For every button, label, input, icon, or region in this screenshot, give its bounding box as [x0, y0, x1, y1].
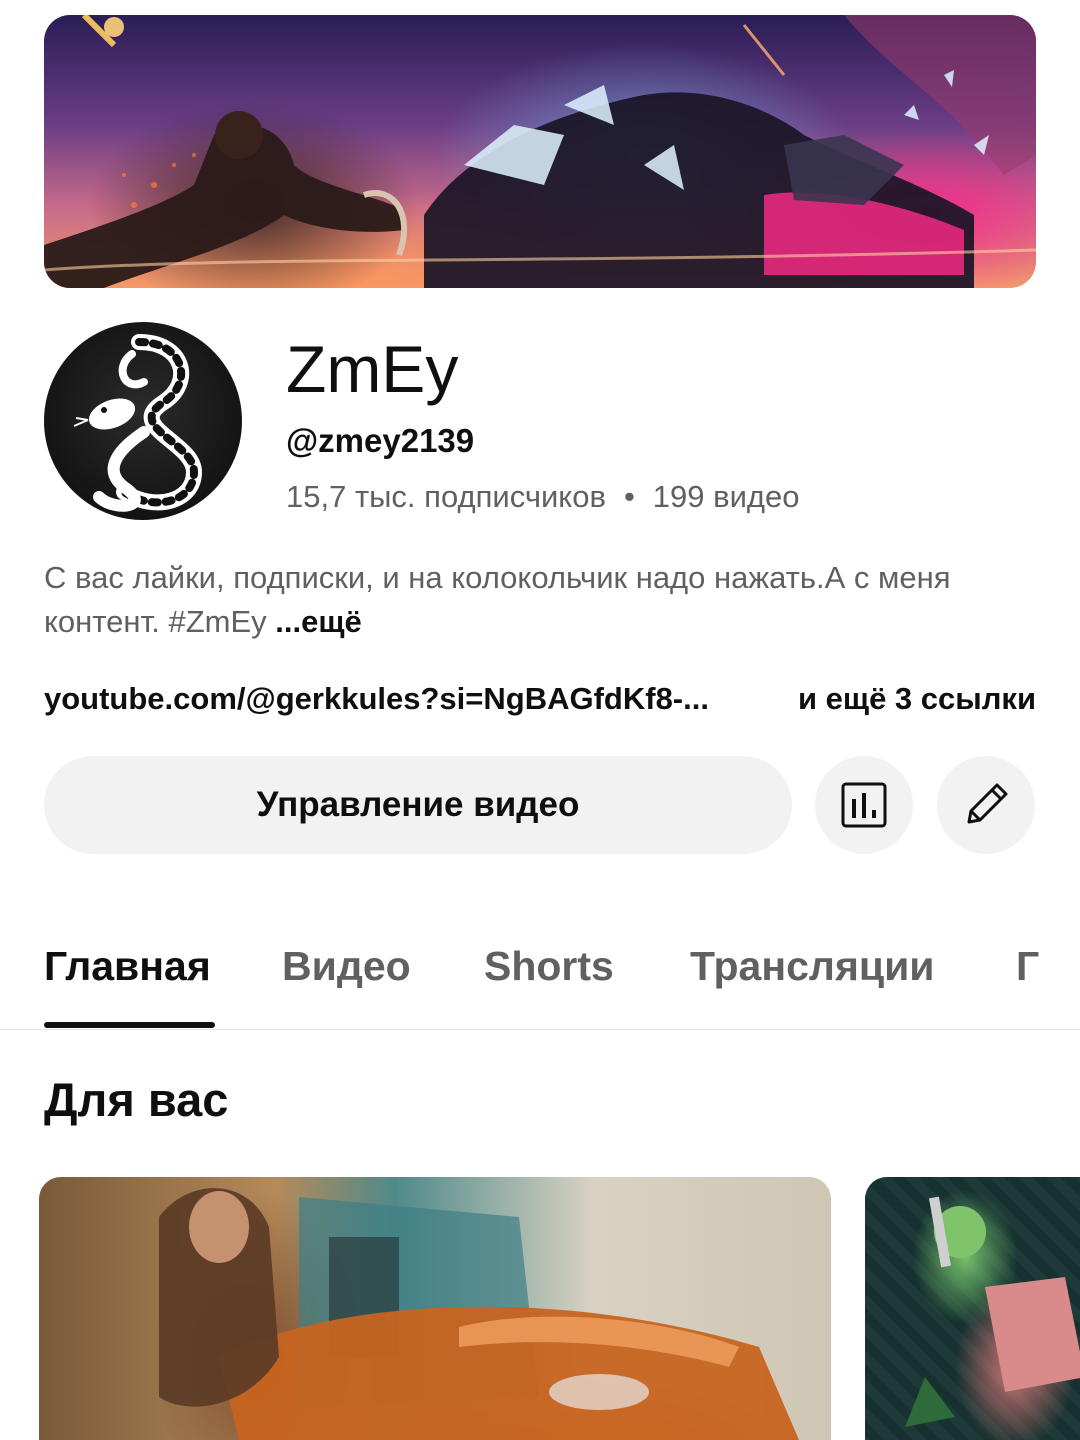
- video-thumbnail[interactable]: [39, 1177, 831, 1440]
- thumbnail-artwork: [159, 1188, 799, 1440]
- stats-separator: •: [623, 479, 635, 514]
- channel-page: ZmEy @zmey2139 15,7 тыс. подписчиков • 199…: [0, 0, 1080, 1440]
- thumbnail-artwork: [905, 1196, 1080, 1427]
- tab-home[interactable]: Главная: [44, 938, 211, 994]
- section-title: Для вас: [44, 1073, 229, 1126]
- active-tab-indicator: [44, 1022, 215, 1028]
- video-thumbnail[interactable]: [865, 1177, 1080, 1440]
- edit-channel-button[interactable]: [937, 756, 1035, 854]
- pencil-icon: [967, 783, 1008, 824]
- video-count: 199 видео: [652, 479, 800, 514]
- tab-live[interactable]: Трансляции: [690, 938, 934, 994]
- subscriber-count: 15,7 тыс. подписчиков: [286, 479, 606, 514]
- channel-links: youtube.com/@gerkkules?si=NgBAGfdKf8-...…: [44, 679, 1036, 719]
- channel-stats: 15,7 тыс. подписчиков • 199 видео: [286, 477, 800, 517]
- description-more-link[interactable]: ...ещё: [275, 604, 361, 639]
- channel-handle: @zmey2139: [286, 422, 475, 459]
- channel-link[interactable]: youtube.com/@gerkkules?si=NgBAGfdKf8-...: [44, 679, 709, 719]
- manage-videos-button[interactable]: Управление видео: [44, 756, 792, 854]
- banner-artwork: [44, 15, 1036, 288]
- tab-videos[interactable]: Видео: [282, 938, 411, 994]
- channel-avatar[interactable]: [44, 322, 242, 520]
- bar-chart-icon: [841, 782, 887, 828]
- tab-next-partial[interactable]: Г: [1016, 938, 1039, 994]
- channel-name: ZmEy: [286, 332, 459, 406]
- tab-shorts[interactable]: Shorts: [484, 938, 614, 994]
- channel-banner: [44, 15, 1036, 288]
- more-links[interactable]: и ещё 3 ссылки: [798, 679, 1036, 719]
- analytics-button[interactable]: [815, 756, 913, 854]
- snake-logo-icon: [73, 334, 203, 512]
- channel-tabs: Главная Видео Shorts Трансляции Г: [0, 930, 1080, 1030]
- description-text: С вас лайки, подписки, и на колокольчик …: [44, 560, 951, 639]
- channel-description[interactable]: С вас лайки, подписки, и на колокольчик …: [44, 556, 1036, 644]
